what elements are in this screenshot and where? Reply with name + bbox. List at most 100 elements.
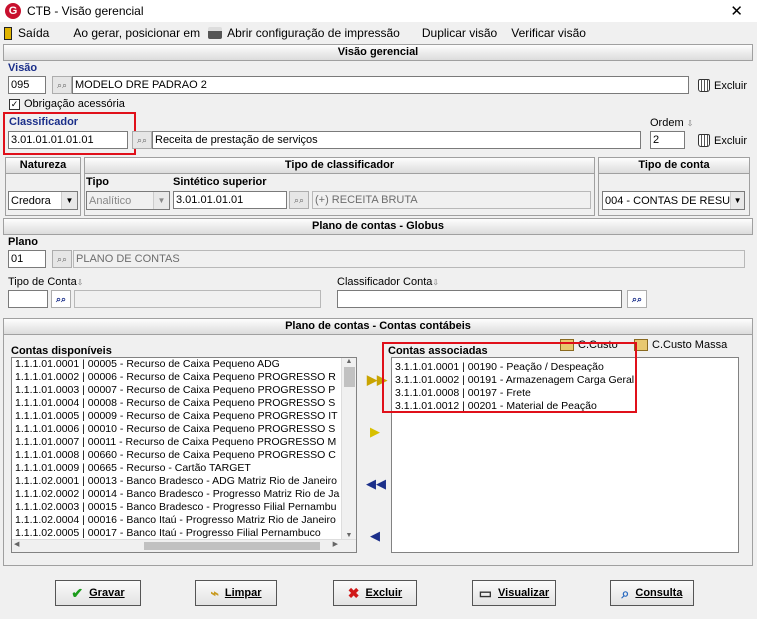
close-icon[interactable]: ✕ [730,2,743,20]
list-item[interactable]: 1.1.1.01.0005 | 00009 - Recurso de Caixa… [12,410,342,423]
window-title: CTB - Visão gerencial [27,4,144,18]
list-item[interactable]: 1.1.1.01.0002 | 00006 - Recurso de Caixa… [12,371,342,384]
binoculars-icon[interactable]: ⌕⌕ [289,191,309,209]
visao-gerencial-header: Visão gerencial [3,44,753,61]
chevron-right-icon[interactable]: ▶ [333,540,338,548]
trash-icon [698,134,710,147]
tipo-de-conta-field[interactable] [8,290,48,308]
menu-sair[interactable]: Saída [4,26,49,40]
list-item[interactable]: 1.1.1.01.0001 | 00005 - Recurso de Caixa… [12,358,342,371]
tipo-conta-select[interactable]: 004 - CONTAS DE RESU ▼ [602,191,745,210]
contas-disponiveis-label: Contas disponíveis [11,345,112,357]
tipo-conta-value: 004 - CONTAS DE RESU [605,194,731,207]
plano-globus-header: Plano de contas - Globus [3,218,753,235]
menu-duplicar[interactable]: Duplicar visão [422,26,497,40]
move-left-icon[interactable]: ◀ [370,529,380,542]
list-item[interactable]: 1.1.1.02.0003 | 00015 - Banco Bradesco -… [12,501,342,514]
visualizar-label: Visualizar [498,587,550,599]
chevron-down-icon[interactable]: ▼ [342,532,356,539]
visao-name-field[interactable]: MODELO DRE PADRAO 2 [72,76,689,94]
chevron-down-icon: ▼ [61,192,77,209]
search-window-icon: ⌕ [621,584,630,601]
classificador-label: Classificador [9,116,79,128]
list-item[interactable]: 1.1.1.01.0006 | 00010 - Recurso de Caixa… [12,423,342,436]
list-item[interactable]: 1.1.1.01.0007 | 00011 - Recurso de Caixa… [12,436,342,449]
list-item[interactable]: 1.1.1.02.0005 | 00017 - Banco Itaú - Pro… [12,527,342,539]
classificador-conta-label-text: Classificador Conta [337,276,433,288]
list-item[interactable]: 1.1.1.02.0002 | 00014 - Banco Bradesco -… [12,488,342,501]
list-item[interactable]: 1.1.1.01.0003 | 00007 - Recurso de Caixa… [12,384,342,397]
excluir-visao-label: Excluir [714,79,748,92]
chevron-down-icon: ▼ [153,192,169,209]
excluir-label: Excluir [365,587,403,599]
visao-code-field[interactable]: 095 [8,76,46,94]
contas-contabeis-header: Plano de contas - Contas contábeis [3,318,753,335]
tipo-de-conta-label: Tipo de Conta⇩ [8,276,83,288]
sintetico-field[interactable]: 3.01.01.01.01 [173,191,287,209]
excluir-button[interactable]: ✖ Excluir [333,580,417,606]
menu-abrir-config[interactable]: Abrir configuração de impressão [208,26,400,40]
binoculars-icon[interactable]: ⌕⌕ [52,250,72,268]
visualizar-button[interactable]: ▭ Visualizar [472,580,556,606]
ccusto-massa-button[interactable]: C.Custo Massa [634,339,727,351]
sintetico-label: Sintético superior [173,176,267,188]
ccusto-massa-label: C.Custo Massa [652,339,728,351]
natureza-header: Natureza [5,157,81,174]
obrigacao-checkbox[interactable]: ✓ Obrigação acessória [9,98,125,110]
checkbox-checked-icon: ✓ [9,98,20,110]
contas-disponiveis-list[interactable]: 1.1.1.01.0001 | 00005 - Recurso de Caixa… [11,357,357,553]
broom-icon: ⌁ [210,584,219,601]
binoculars-icon[interactable]: ⌕⌕ [52,76,72,94]
move-all-left-icon[interactable]: ◀◀ [366,477,386,490]
classificador-conta-label: Classificador Conta⇩ [337,276,439,288]
excluir-classificador-label: Excluir [714,134,748,147]
menu-posicionar[interactable]: Ao gerar, posicionar em [73,26,200,40]
printer-icon [208,27,223,39]
classificador-desc-field[interactable]: Receita de prestação de serviços [152,131,641,149]
binoculars-icon[interactable]: ⌕⌕ [132,131,152,149]
binoculars-icon[interactable]: ⌕⌕ [51,290,71,308]
limpar-button[interactable]: ⌁ Limpar [195,580,277,606]
tipo-de-conta-desc-field [74,290,321,308]
gravar-label: Gravar [89,587,125,599]
plano-code-field[interactable]: 01 [8,250,46,268]
ordem-field[interactable]: 2 [650,131,685,149]
menu-duplicar-label: Duplicar visão [421,26,498,40]
plano-name-field: PLANO DE CONTAS [73,250,745,268]
gravar-button[interactable]: ✔ Gravar [55,580,141,606]
classificador-field[interactable]: 3.01.01.01.01.01 [8,131,128,149]
excluir-classificador-button[interactable]: Excluir [698,134,747,147]
scroll-thumb[interactable] [144,542,320,550]
menu-verificar[interactable]: Verificar visão [511,26,586,40]
list-item[interactable]: 1.1.1.02.0004 | 00016 - Banco Itaú - Pro… [12,514,342,527]
list-item[interactable]: 1.1.1.01.0009 | 00665 - Recurso - Cartão… [12,462,342,475]
plano-label: Plano [8,236,38,248]
excluir-visao-button[interactable]: Excluir [698,79,747,92]
list-item[interactable]: 1.1.1.01.0008 | 00660 - Recurso de Caixa… [12,449,342,462]
tipo-value: Analítico [89,194,132,207]
visao-label: Visão [8,62,38,74]
sort-icon: ⇩ [686,119,694,128]
classificador-conta-field[interactable] [337,290,622,308]
menu-verificar-label: Verificar visão [511,26,586,40]
horizontal-scrollbar[interactable]: ◀ ▶ [12,539,356,552]
scroll-thumb[interactable] [343,367,355,387]
menu-posicionar-label: Ao gerar, posicionar em [73,26,201,40]
list-item[interactable]: 1.1.1.01.0004 | 00008 - Recurso de Caixa… [12,397,342,410]
trash-icon [698,79,710,92]
delete-icon: ✖ [347,584,360,601]
list-item[interactable]: 1.1.1.02.0001 | 00013 - Banco Bradesco -… [12,475,342,488]
vertical-scrollbar[interactable]: ▲ ▼ [341,358,356,539]
ordem-label: Ordem ⇩ [650,117,693,129]
move-right-icon[interactable]: ▶ [370,425,380,438]
chevron-up-icon[interactable]: ▲ [342,358,356,365]
binoculars-icon[interactable]: ⌕⌕ [627,290,647,308]
natureza-select[interactable]: Credora ▼ [8,191,78,210]
obrigacao-label: Obrigação acessória [24,98,125,110]
consulta-button[interactable]: ⌕ Consulta [610,580,694,606]
chevron-left-icon[interactable]: ◀ [14,540,19,548]
checkmark-icon: ✔ [71,584,84,601]
associadas-highlight [382,342,637,413]
tipo-select: Analítico ▼ [86,191,170,210]
tipo-classificador-header: Tipo de classificador [84,157,595,174]
